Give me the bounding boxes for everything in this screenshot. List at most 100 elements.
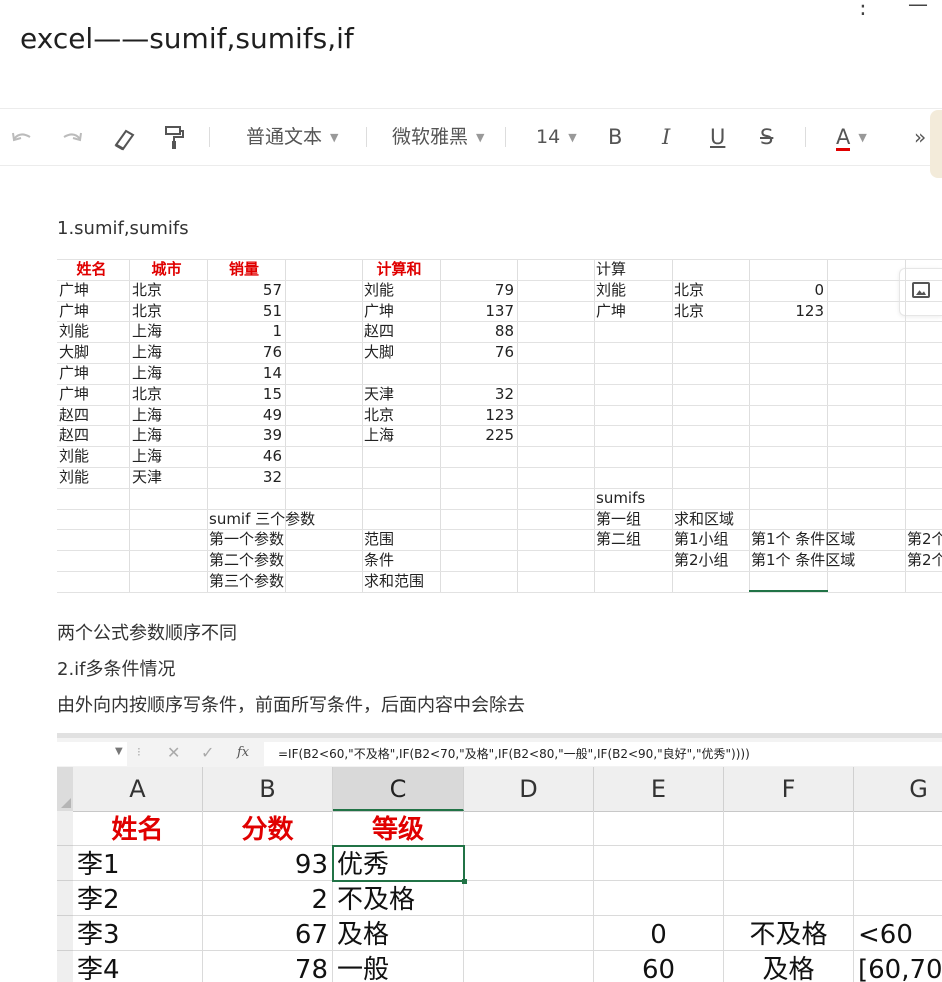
bold-button[interactable]: B (608, 109, 622, 165)
table-cell[interactable] (464, 881, 594, 916)
table-cell[interactable]: 李2 (73, 881, 203, 916)
grid-row-line (57, 446, 942, 447)
table-cell[interactable]: 0 (594, 916, 724, 951)
table-cell[interactable]: 及格 (724, 951, 854, 982)
table-cell[interactable] (464, 846, 594, 881)
undo-icon[interactable] (10, 109, 34, 165)
sheet-cell: 刘能 (59, 447, 90, 465)
confirm-icon[interactable]: ✓ (201, 743, 214, 762)
sheet-cell: 赵四 (59, 406, 90, 424)
note-if-order: 由外向内按顺序写条件，前面所写条件，后面内容中会除去 (57, 695, 525, 716)
font-family-label: 微软雅黑 (392, 126, 469, 148)
selected-cell-border (749, 590, 828, 592)
column-header-a[interactable]: A (73, 767, 203, 811)
sheet-cell: 求和范围 (364, 572, 425, 590)
more-tools-button[interactable]: » (914, 109, 926, 165)
sheet-cell: 第2小组 (674, 551, 729, 569)
column-header-b[interactable]: B (203, 767, 333, 811)
table-cell[interactable]: 67 (203, 916, 333, 951)
eraser-icon[interactable] (112, 109, 136, 165)
table-cell[interactable]: 一般 (333, 951, 464, 982)
row-header[interactable] (57, 846, 73, 881)
row-header[interactable] (57, 811, 73, 846)
sheet-cell: 76 (262, 343, 282, 361)
sheet-cell: 天津 (364, 385, 395, 403)
column-header-e[interactable]: E (594, 767, 724, 811)
paragraph-style-select[interactable]: 普通文本 ▼ (246, 109, 338, 165)
sheet-cell: 14 (262, 364, 282, 382)
insert-function-icon[interactable]: fx (237, 745, 249, 760)
paragraph-style-label: 普通文本 (246, 126, 323, 148)
active-cell-border (332, 845, 467, 884)
sheet-cell: 79 (494, 281, 514, 299)
sheet-cell: 137 (485, 302, 514, 320)
row-header[interactable] (57, 916, 73, 951)
format-painter-icon[interactable] (163, 109, 185, 165)
text-color-button[interactable]: A ▼ (836, 109, 867, 165)
table-cell[interactable] (594, 846, 724, 881)
table-cell[interactable]: 60 (594, 951, 724, 982)
chevron-down-icon: ▼ (330, 130, 339, 144)
table-cell[interactable] (854, 846, 942, 881)
minimize-icon[interactable]: — (908, 0, 928, 16)
italic-button[interactable]: I (662, 109, 670, 165)
header-cell[interactable] (594, 811, 724, 846)
sheet-cell: 1 (272, 322, 282, 340)
table-cell[interactable] (594, 881, 724, 916)
column-header-row: A B C D E F G (73, 767, 942, 812)
strikethrough-button[interactable]: S (760, 109, 773, 165)
table-cell[interactable] (854, 881, 942, 916)
cancel-icon[interactable]: ✕ (167, 743, 180, 762)
font-size-select[interactable]: 14 ▼ (536, 109, 577, 165)
table-cell[interactable]: 93 (203, 846, 333, 881)
table-cell[interactable]: 李4 (73, 951, 203, 982)
sheet-cell: 第1个 条件区域 (751, 530, 856, 548)
sheet-cell: 第一个参数 (209, 530, 285, 548)
redo-icon[interactable] (60, 109, 84, 165)
more-options-icon[interactable]: ⋮ (852, 0, 874, 19)
sheet-cell: 上海 (132, 322, 163, 340)
table-cell[interactable]: <60 (854, 916, 942, 951)
sheet-cell: 32 (494, 385, 514, 403)
underline-button[interactable]: U (710, 109, 725, 165)
sheet-cell: 76 (494, 343, 514, 361)
note-param-order: 两个公式参数顺序不同 (57, 623, 237, 644)
table-cell[interactable] (464, 916, 594, 951)
table-cell[interactable]: 李1 (73, 846, 203, 881)
side-panel-handle[interactable] (930, 110, 942, 178)
header-cell[interactable] (464, 811, 594, 846)
row-header[interactable] (57, 951, 73, 982)
header-cell[interactable] (854, 811, 942, 846)
table-cell[interactable]: 2 (203, 881, 333, 916)
sheet-cell: 大脚 (59, 343, 90, 361)
column-header-f[interactable]: F (724, 767, 854, 811)
column-header-g[interactable]: G (854, 767, 942, 811)
table-cell[interactable]: 78 (203, 951, 333, 982)
sheet-cell: 求和区域 (674, 510, 735, 528)
header-cell[interactable] (724, 811, 854, 846)
sheet-cell: 北京 (132, 385, 163, 403)
column-header-d[interactable]: D (464, 767, 594, 811)
header-cell[interactable]: 姓名 (73, 811, 203, 846)
row-header[interactable] (57, 881, 73, 916)
sheet-cell: 赵四 (364, 322, 395, 340)
column-header-c[interactable]: C (333, 767, 464, 811)
table-cell[interactable]: 不及格 (724, 916, 854, 951)
sheet-cell: 刘能 (364, 281, 395, 299)
font-family-select[interactable]: 微软雅黑 ▼ (392, 109, 484, 165)
formula-input[interactable]: =IF(B2<60,"不及格",IF(B2<70,"及格",IF(B2<80,"… (264, 742, 942, 766)
header-cell[interactable]: 等级 (333, 811, 464, 846)
sheet-cell: 计算 (596, 260, 627, 278)
sheet-cell: 123 (485, 406, 514, 424)
select-all-corner[interactable] (57, 767, 73, 811)
table-cell[interactable]: 李3 (73, 916, 203, 951)
table-cell[interactable] (464, 951, 594, 982)
header-cell[interactable]: 分数 (203, 811, 333, 846)
sheet-cell: 39 (262, 426, 282, 444)
table-cell[interactable]: 不及格 (333, 881, 464, 916)
sheet-cell: 15 (262, 385, 282, 403)
table-cell[interactable] (724, 881, 854, 916)
table-cell[interactable]: 及格 (333, 916, 464, 951)
table-cell[interactable] (724, 846, 854, 881)
table-cell[interactable]: [60,70) (854, 951, 942, 982)
